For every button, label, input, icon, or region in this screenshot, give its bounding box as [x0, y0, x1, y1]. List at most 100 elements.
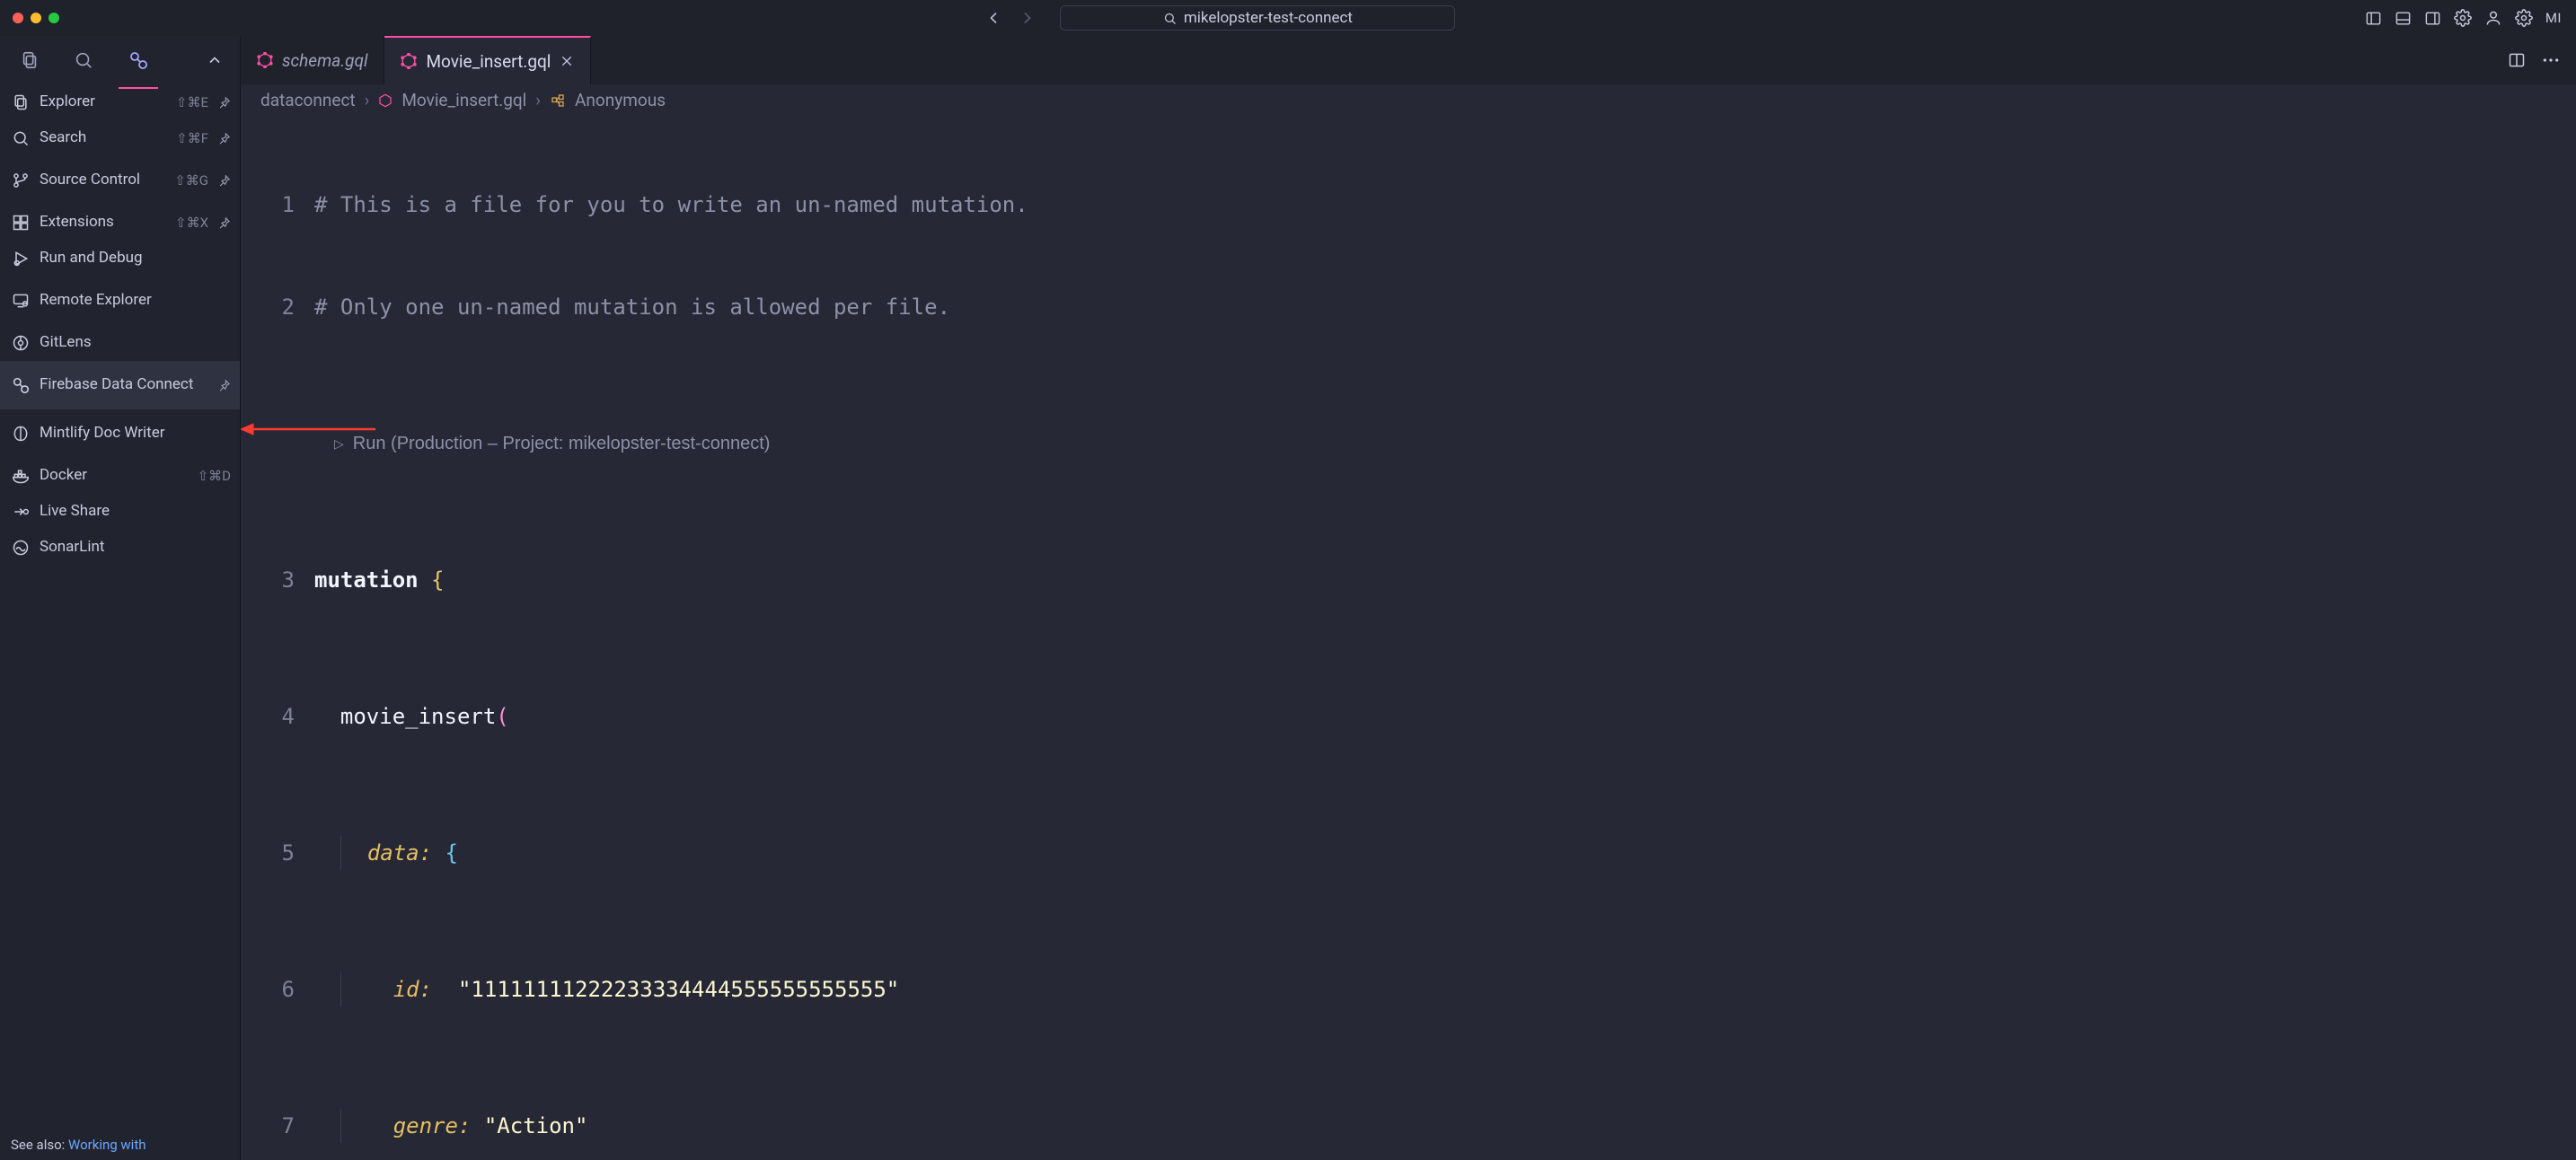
- sidebar-item-live-share[interactable]: Live Share: [0, 494, 240, 530]
- pin-icon[interactable]: [217, 379, 231, 392]
- symbol-icon: [550, 92, 566, 109]
- main-area: Explorer ⇧⌘E Search ⇧⌘F Source Control ⇧⌘G Ext…: [0, 36, 2576, 1160]
- pin-icon[interactable]: [217, 96, 231, 110]
- layout-secondary-icon[interactable]: [2424, 10, 2441, 27]
- manage-gear-icon[interactable]: [2515, 9, 2533, 27]
- graphql-icon: [378, 93, 393, 108]
- line-number: 4: [241, 699, 314, 734]
- code-editor[interactable]: 1# This is a file for you to write an un…: [241, 119, 2576, 1160]
- sidebar-item-label: Explorer: [40, 93, 167, 111]
- crumb-file[interactable]: Movie_insert.gql: [401, 90, 526, 110]
- gitlens-icon: [11, 334, 31, 352]
- sidebar-item-explorer[interactable]: Explorer ⇧⌘E: [0, 84, 240, 120]
- debug-icon: [11, 250, 31, 268]
- search-icon: [1163, 12, 1177, 25]
- sidebar-item-label: Extensions: [40, 214, 166, 232]
- close-window-button[interactable]: [13, 13, 23, 23]
- code-line: genre: "Action": [314, 1109, 587, 1143]
- graphql-icon: [401, 53, 417, 69]
- command-center-title: mikelopster-test-connect: [1184, 9, 1353, 27]
- sidebar-item-search[interactable]: Search ⇧⌘F: [0, 120, 240, 156]
- layout-primary-icon[interactable]: [2365, 10, 2382, 27]
- title-bar: mikelopster-test-connect MI: [0, 0, 2576, 36]
- crumb-symbol[interactable]: Anonymous: [575, 90, 666, 110]
- sidebar: Explorer ⇧⌘E Search ⇧⌘F Source Control ⇧⌘G Ext…: [0, 36, 241, 1160]
- sidebar-item-label: Docker: [40, 467, 189, 485]
- shortcut-hint: ⇧⌘G: [174, 172, 208, 189]
- split-editor-icon[interactable]: [2508, 51, 2526, 69]
- tab-label: schema.gql: [282, 50, 367, 71]
- title-bar-actions: MI: [2365, 9, 2567, 27]
- editor-tabs: schema.gql Movie_insert.gql: [241, 36, 2576, 84]
- sonar-icon: [11, 539, 31, 557]
- remote-icon: [11, 292, 31, 310]
- graphql-icon: [257, 52, 273, 68]
- shortcut-hint: ⇧⌘F: [176, 130, 208, 146]
- shortcut-hint: ⇧⌘D: [198, 468, 231, 484]
- sidebar-item-firebase-data-connect[interactable]: Firebase Data Connect: [0, 361, 240, 409]
- pin-icon[interactable]: [217, 216, 231, 230]
- sidebar-item-mintlify-doc-writer[interactable]: Mintlify Doc Writer: [0, 409, 240, 458]
- docker-icon: [11, 467, 31, 485]
- view-explorer-icon[interactable]: [16, 45, 43, 75]
- line-number: 5: [241, 836, 314, 870]
- sidebar-item-remote-explorer[interactable]: Remote Explorer: [0, 277, 240, 325]
- code-line: # Only one un-named mutation is allowed …: [314, 290, 950, 324]
- sidebar-item-label: Mintlify Doc Writer: [40, 425, 231, 443]
- sidebar-item-label: GitLens: [40, 334, 231, 352]
- breadcrumbs[interactable]: dataconnect › Movie_insert.gql › Anonymo…: [241, 84, 2576, 119]
- sidebar-item-extensions[interactable]: Extensions ⇧⌘X: [0, 205, 240, 241]
- code-line: mutation {: [314, 563, 445, 597]
- view-search-icon[interactable]: [70, 45, 97, 75]
- ext-icon: [11, 214, 31, 232]
- dataconnect-icon: [11, 375, 31, 395]
- settings-gear-icon[interactable]: [2454, 9, 2472, 27]
- pin-icon[interactable]: [217, 174, 231, 188]
- nav-forward-button[interactable]: [1019, 9, 1037, 27]
- branch-icon: [11, 171, 31, 189]
- editor-area: schema.gql Movie_insert.gql: [241, 36, 2576, 1160]
- footer-text: See also:: [11, 1137, 68, 1153]
- code-lens-run[interactable]: ▷ Run (Production – Project: mikelopster…: [241, 426, 2576, 461]
- play-icon: ▷: [334, 426, 344, 461]
- minimize-window-button[interactable]: [31, 13, 41, 23]
- close-tab-icon[interactable]: [560, 54, 574, 68]
- code-content: 1# This is a file for you to write an un…: [241, 119, 2576, 1160]
- window-controls: [9, 13, 59, 23]
- sidebar-item-sonarlint[interactable]: SonarLint: [0, 530, 240, 566]
- line-number: 6: [241, 972, 314, 1006]
- account-icon[interactable]: [2484, 9, 2502, 27]
- search-icon: [11, 129, 31, 147]
- sidebar-item-label: Search: [40, 129, 167, 147]
- more-actions-icon[interactable]: [2542, 57, 2560, 63]
- pin-icon[interactable]: [217, 132, 231, 145]
- line-number: 2: [241, 290, 314, 324]
- chevron-right-icon: ›: [365, 90, 370, 110]
- layout-panel-icon[interactable]: [2395, 10, 2412, 27]
- sidebar-item-run-and-debug[interactable]: Run and Debug: [0, 241, 240, 277]
- sidebar-item-label: SonarLint: [40, 539, 231, 557]
- crumb-root[interactable]: dataconnect: [260, 90, 356, 110]
- tab-schema[interactable]: schema.gql: [241, 36, 384, 84]
- code-line: # This is a file for you to write an un-…: [314, 188, 1028, 222]
- sidebar-item-source-control[interactable]: Source Control ⇧⌘G: [0, 156, 240, 205]
- code-lens-label: Run (Production – Project: mikelopster-t…: [353, 426, 771, 461]
- liveshare-icon: [11, 503, 31, 521]
- shortcut-hint: ⇧⌘X: [175, 215, 208, 231]
- sidebar-item-label: Source Control: [40, 171, 165, 189]
- view-dataconnect-icon[interactable]: [124, 44, 153, 76]
- nav-back-button[interactable]: [984, 9, 1002, 27]
- command-center[interactable]: mikelopster-test-connect: [1060, 5, 1455, 31]
- zoom-window-button[interactable]: [49, 13, 59, 23]
- account-initials[interactable]: MI: [2545, 10, 2562, 26]
- tab-movie-insert[interactable]: Movie_insert.gql: [384, 36, 591, 84]
- sidebar-item-label: Live Share: [40, 503, 231, 521]
- code-line: data: {: [314, 836, 458, 870]
- view-more-icon[interactable]: [206, 51, 224, 69]
- sidebar-item-gitlens[interactable]: GitLens: [0, 325, 240, 361]
- sidebar-footer: See also: Working with: [0, 1133, 240, 1160]
- footer-link[interactable]: Working with: [68, 1137, 146, 1153]
- sidebar-item-docker[interactable]: Docker ⇧⌘D: [0, 458, 240, 494]
- chevron-right-icon: ›: [535, 90, 541, 110]
- shortcut-hint: ⇧⌘E: [176, 94, 208, 110]
